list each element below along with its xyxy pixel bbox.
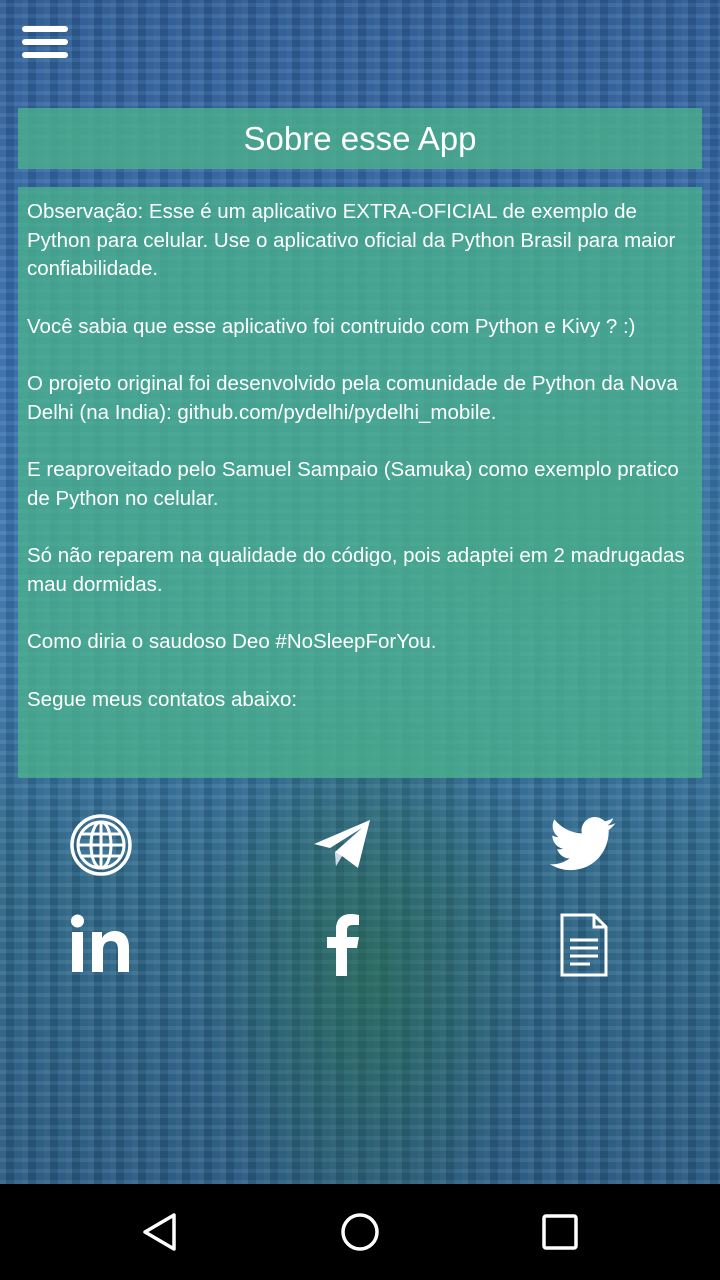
title-bar: Sobre esse App [18,108,702,169]
back-triangle-icon[interactable] [136,1208,184,1256]
globe-icon[interactable] [66,810,136,880]
page-title: Sobre esse App [243,119,477,157]
twitter-icon[interactable] [548,810,618,880]
paragraph: Você sabia que esse aplicativo foi contr… [27,314,636,338]
android-navigation-bar [0,1184,720,1280]
document-icon[interactable] [548,910,618,980]
paragraph: Segue meus contatos abaixo: [27,687,298,711]
paragraph: O projeto original foi desenvolvido pela… [27,372,678,424]
paragraph: Só não reparem na qualidade do código, p… [27,544,685,597]
facebook-icon[interactable] [306,910,376,980]
linkedin-icon[interactable] [66,910,136,980]
paragraph: E reaproveitado pelo Samuel Sampaio (Sam… [27,458,679,510]
about-text-panel: Observação: Esse é um aplicativo EXTRA-O… [18,187,702,778]
telegram-icon[interactable] [306,810,376,880]
paragraph: Como diria o saudoso Deo #NoSleepForYou. [27,630,437,654]
paragraph: Observação: Esse é um aplicativo EXTRA-O… [27,200,676,281]
hamburger-menu-icon[interactable] [22,26,68,64]
recents-square-icon[interactable] [536,1208,584,1256]
home-circle-icon[interactable] [336,1208,384,1256]
